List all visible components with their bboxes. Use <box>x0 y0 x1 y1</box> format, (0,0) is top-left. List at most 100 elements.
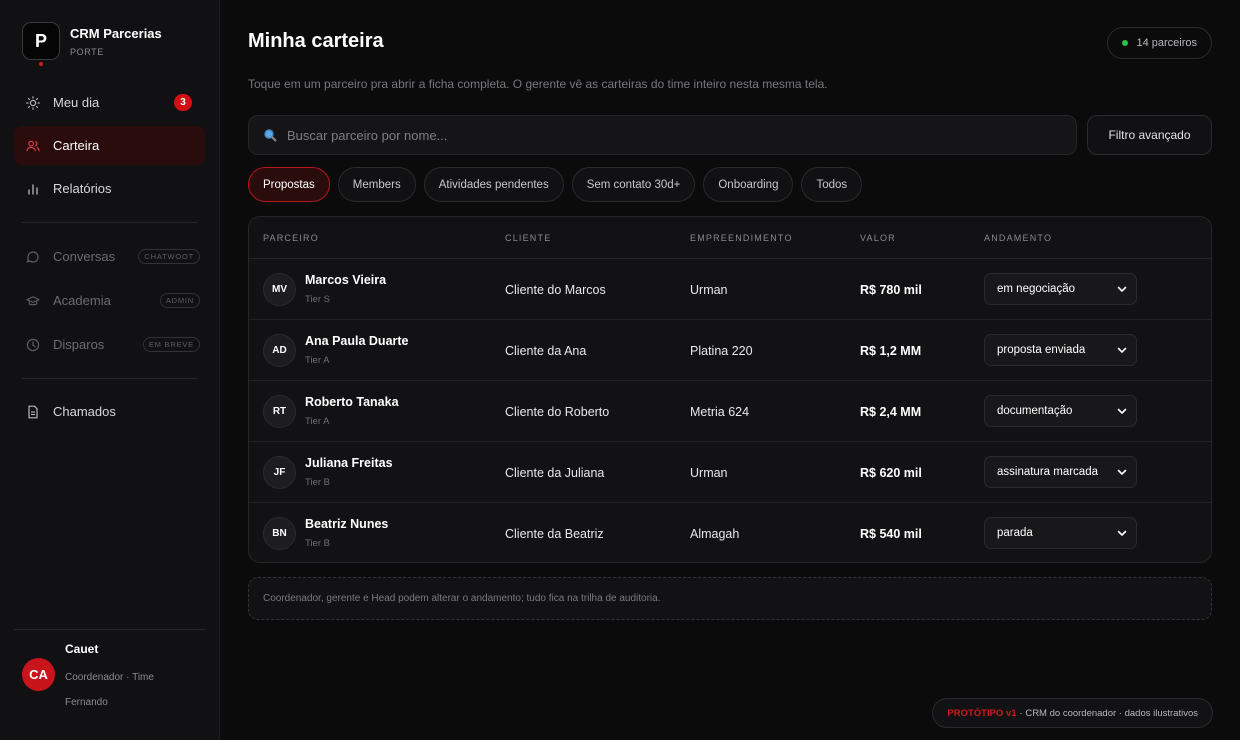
filter-tabs: Propostas Members Atividades pendentes S… <box>248 167 870 202</box>
sidebar-divider <box>22 222 197 223</box>
chevron-down-icon <box>1117 467 1127 477</box>
brand-logo: P <box>22 22 60 66</box>
sidebar-item-conversas[interactable]: Conversas CHATWOOT <box>14 237 205 276</box>
partner-tier: Tier A <box>305 355 330 366</box>
status-select-value: em negociação <box>997 283 1075 295</box>
partner-avatar: AD <box>263 334 296 367</box>
sidebar-divider <box>22 378 197 379</box>
project-name: Metria 624 <box>690 404 750 419</box>
table-row[interactable]: BN Beatriz Nunes Tier B Cliente da Beatriz A… <box>249 503 1211 562</box>
sidebar-item-label: Disparos <box>53 337 105 352</box>
partner-tier: Tier B <box>305 538 330 549</box>
partner-tier: Tier B <box>305 477 330 488</box>
status-select[interactable]: parada <box>984 517 1137 549</box>
brand-subtitle: PORTE <box>70 47 104 57</box>
project-name: Platina 220 <box>690 343 753 358</box>
status-select[interactable]: proposta enviada <box>984 334 1137 366</box>
prototype-footer: PROTÓTIPO v1 · CRM do coordenador · dado… <box>932 698 1213 728</box>
partner-tier: Tier A <box>305 416 330 427</box>
sidebar-item-label: Carteira <box>53 138 100 153</box>
clock-icon <box>26 338 40 352</box>
sidebar-item-carteira[interactable]: Carteira <box>14 126 205 165</box>
partner-name: Ana Paula Duarte <box>305 334 409 348</box>
chevron-down-icon <box>1117 284 1127 294</box>
user-name: Cauet <box>65 642 99 656</box>
notification-badge: 3 <box>174 94 192 111</box>
document-icon <box>26 405 40 419</box>
tab-todos[interactable]: Todos <box>801 167 863 202</box>
sidebar-item-label: Chamados <box>53 404 116 419</box>
column-header-valor: VALOR <box>860 233 896 243</box>
partner-tier: Tier S <box>305 294 330 305</box>
deal-value: R$ 540 mil <box>860 526 922 541</box>
status-select[interactable]: assinatura marcada <box>984 456 1137 488</box>
tab-propostas[interactable]: Propostas <box>248 167 330 202</box>
user-card[interactable]: CA Cauet Coordenador · Time Fernando <box>14 629 205 715</box>
feature-tag: EM BREVE <box>142 337 200 352</box>
partner-name: Roberto Tanaka <box>305 395 399 409</box>
column-header-parceiro: PARCEIRO <box>263 233 319 243</box>
deal-value: R$ 620 mil <box>860 465 922 480</box>
users-icon <box>26 139 40 153</box>
column-header-andamento: ANDAMENTO <box>984 233 1053 243</box>
sun-icon <box>26 95 40 110</box>
sidebar-item-disparos[interactable]: Disparos EM BREVE <box>14 325 205 364</box>
table-row[interactable]: AD Ana Paula Duarte Tier A Cliente da Ana Pl… <box>249 320 1211 381</box>
sidebar-item-academia[interactable]: Academia ADMIN <box>14 281 205 320</box>
client-name: Cliente da Ana <box>505 343 587 358</box>
status-select[interactable]: documentação <box>984 395 1137 427</box>
deal-value: R$ 780 mil <box>860 282 922 297</box>
status-select[interactable]: em negociação <box>984 273 1137 305</box>
app: P CRM Parcerias PORTE Meu dia 3 Carteira <box>0 0 1240 740</box>
partner-avatar: MV <box>263 273 296 306</box>
online-dot-icon <box>1122 40 1129 46</box>
project-name: Urman <box>690 282 728 297</box>
deal-value: R$ 2,4 MM <box>860 404 922 419</box>
client-name: Cliente da Juliana <box>505 465 605 480</box>
sidebar-item-label: Academia <box>53 293 111 308</box>
partner-avatar: BN <box>263 517 296 550</box>
sidebar-item-meu-dia[interactable]: Meu dia 3 <box>14 83 205 122</box>
tab-onboarding[interactable]: Onboarding <box>703 167 794 202</box>
table-header: PARCEIRO CLIENTE EMPREENDIMENTO VALOR AN… <box>249 217 1211 259</box>
chevron-down-icon <box>1117 528 1127 538</box>
sidebar: P CRM Parcerias PORTE Meu dia 3 Carteira <box>0 0 220 740</box>
sidebar-item-chamados[interactable]: Chamados <box>14 392 205 431</box>
search-bar[interactable] <box>248 115 1077 155</box>
tab-sem-contato[interactable]: Sem contato 30d+ <box>571 167 696 202</box>
search-icon <box>263 128 277 142</box>
user-role: Coordenador · Time Fernando <box>65 672 154 708</box>
status-select-value: parada <box>997 527 1033 539</box>
client-name: Cliente da Beatriz <box>505 526 604 541</box>
tab-members[interactable]: Members <box>337 167 416 202</box>
logo-letter: P <box>34 30 47 51</box>
table-row[interactable]: RT Roberto Tanaka Tier A Cliente do Roberto… <box>249 381 1211 442</box>
graduation-cap-icon <box>26 294 40 308</box>
prototype-label: PROTÓTIPO v1 <box>947 707 1017 719</box>
brand[interactable]: P CRM Parcerias PORTE <box>22 22 162 66</box>
client-name: Cliente do Marcos <box>505 282 606 297</box>
sidebar-item-label: Meu dia <box>53 95 100 110</box>
avatar: CA <box>22 658 55 691</box>
partner-name: Marcos Vieira <box>305 273 387 287</box>
brand-title: CRM Parcerias <box>70 26 162 41</box>
sidebar-item-label: Relatórios <box>53 181 112 196</box>
partners-table: PARCEIRO CLIENTE EMPREENDIMENTO VALOR AN… <box>248 216 1212 563</box>
status-select-value: assinatura marcada <box>997 466 1098 478</box>
sidebar-item-label: Conversas <box>53 249 116 264</box>
sidebar-item-relatorios[interactable]: Relatórios <box>14 169 205 208</box>
feature-tag: ADMIN <box>159 293 200 308</box>
project-name: Urman <box>690 465 728 480</box>
chevron-down-icon <box>1117 345 1127 355</box>
page-subtitle: Toque em um parceiro pra abrir a ficha c… <box>248 77 828 91</box>
partner-name: Juliana Freitas <box>305 456 393 470</box>
tab-atividades-pendentes[interactable]: Atividades pendentes <box>423 167 564 202</box>
table-row[interactable]: JF Juliana Freitas Tier B Cliente da Julian… <box>249 442 1211 503</box>
search-input[interactable] <box>287 127 1047 143</box>
audit-note: Coordenador, gerente e Head podem altera… <box>248 577 1212 620</box>
partner-avatar: RT <box>263 395 296 428</box>
deal-value: R$ 1,2 MM <box>860 343 922 358</box>
table-row[interactable]: MV Marcos Vieira Tier S Cliente do Marcos Ur… <box>249 259 1211 320</box>
advanced-filter-button[interactable]: Filtro avançado <box>1087 115 1212 155</box>
partner-name: Beatriz Nunes <box>305 517 389 531</box>
